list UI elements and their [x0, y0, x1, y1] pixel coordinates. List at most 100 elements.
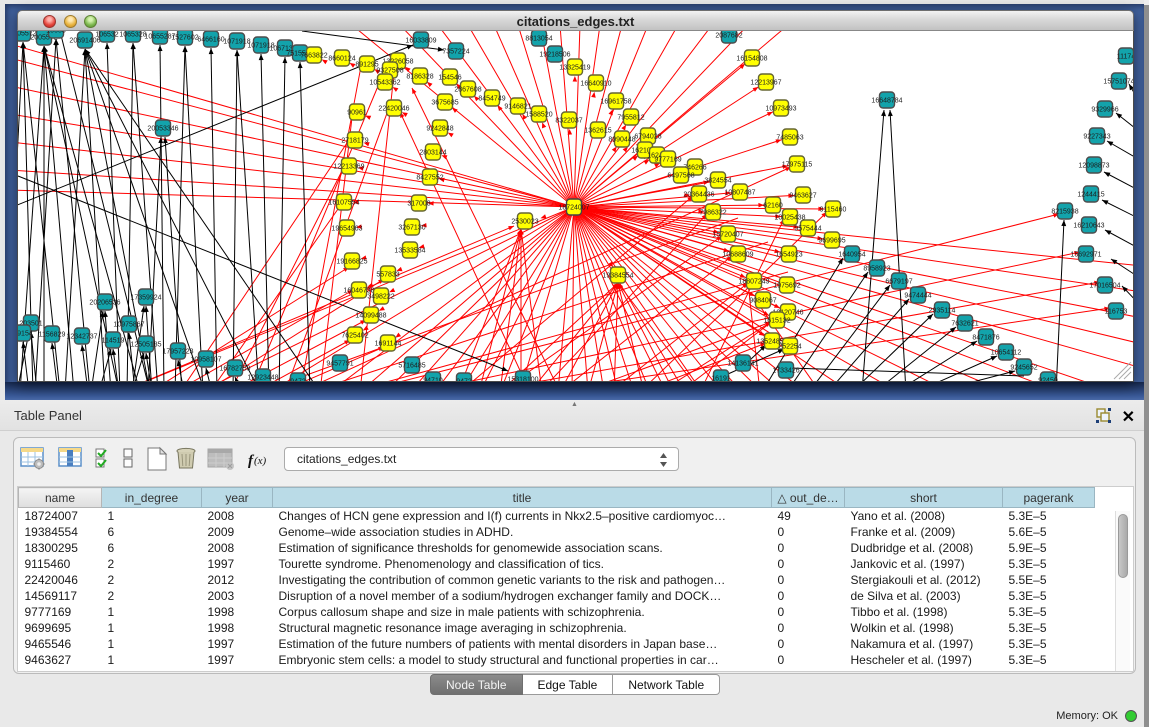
- svg-text:2530023: 2530023: [511, 219, 538, 226]
- svg-text:114519: 114519: [102, 338, 125, 345]
- svg-text:19166825: 19166825: [336, 259, 367, 266]
- svg-text:8471876: 8471876: [972, 335, 999, 342]
- svg-text:12923448: 12923448: [247, 375, 278, 382]
- svg-text:39154: 39154: [17, 331, 33, 338]
- svg-text:15720407: 15720407: [712, 232, 743, 239]
- svg-text:10688609: 10688609: [722, 252, 753, 259]
- svg-text:6794028: 6794028: [634, 134, 661, 141]
- svg-text:8958923: 8958923: [863, 266, 890, 273]
- svg-text:7632621: 7632621: [951, 321, 978, 328]
- svg-text:9146821: 9146821: [504, 104, 531, 111]
- svg-text:7357224: 7357224: [442, 49, 469, 56]
- svg-text:9227343: 9227343: [1083, 134, 1110, 141]
- svg-text:1733426: 1733426: [772, 368, 799, 375]
- svg-text:9474444: 9474444: [904, 293, 931, 300]
- svg-text:7625402: 7625402: [341, 333, 368, 340]
- svg-text:16648784: 16648784: [871, 98, 902, 105]
- svg-text:13325419: 13325419: [559, 65, 590, 72]
- svg-text:252254: 252254: [778, 344, 801, 351]
- svg-text:14099488: 14099488: [355, 313, 386, 320]
- svg-text:1691144: 1691144: [375, 341, 402, 348]
- svg-text:10025438: 10025438: [774, 215, 805, 222]
- svg-text:1615132: 1615132: [763, 318, 790, 325]
- svg-text:11174: 11174: [1117, 54, 1134, 61]
- svg-text:9329966: 9329966: [1091, 107, 1118, 114]
- svg-text:15751074: 15751074: [1103, 79, 1134, 86]
- svg-text:317008: 317008: [407, 201, 430, 208]
- svg-text:17957223: 17957223: [162, 349, 193, 356]
- svg-text:9245652: 9245652: [1010, 365, 1037, 372]
- svg-text:9457791: 9457791: [326, 361, 353, 368]
- svg-text:8660124: 8660124: [328, 56, 355, 63]
- svg-text:1975692: 1975692: [773, 283, 800, 290]
- svg-text:9242848: 9242848: [426, 126, 453, 133]
- svg-text:10653: 10653: [46, 31, 66, 35]
- svg-text:9777169: 9777169: [654, 157, 681, 164]
- svg-text:17975115: 17975115: [782, 162, 813, 169]
- svg-text:2803144: 2803144: [419, 150, 446, 157]
- svg-text:8454749: 8454749: [478, 96, 505, 103]
- svg-text:3824554: 3824554: [704, 178, 731, 185]
- svg-text:6679197: 6679197: [885, 279, 912, 286]
- svg-text:7986322: 7986322: [699, 210, 726, 217]
- svg-text:20206536: 20206536: [89, 300, 120, 307]
- svg-text:106532: 106532: [95, 32, 118, 39]
- svg-text:8813054: 8813054: [525, 36, 552, 43]
- svg-text:13533584: 13533584: [394, 248, 425, 255]
- svg-text:1654923: 1654923: [775, 252, 802, 259]
- svg-text:17359924: 17359924: [130, 295, 161, 302]
- svg-text:6466160: 6466160: [197, 37, 224, 44]
- svg-text:9575444: 9575444: [794, 226, 821, 233]
- svg-text:16782759: 16782759: [219, 366, 250, 373]
- svg-text:1588520: 1588520: [525, 112, 552, 119]
- svg-text:12505135: 12505135: [130, 342, 161, 349]
- svg-text:891295: 891295: [355, 62, 378, 69]
- svg-text:6497568: 6497568: [667, 173, 694, 180]
- svg-text:9084067: 9084067: [749, 298, 776, 305]
- svg-text:1156829: 1156829: [39, 332, 66, 339]
- svg-text:18807249: 18807249: [738, 279, 769, 286]
- svg-text:10975867: 10975867: [113, 322, 144, 329]
- svg-text:10958107: 10958107: [190, 357, 221, 364]
- svg-text:154546: 154546: [438, 75, 461, 82]
- svg-text:19384554: 19384554: [602, 273, 633, 280]
- svg-text:3267130: 3267130: [398, 225, 425, 232]
- svg-text:22420046: 22420046: [378, 106, 409, 113]
- svg-text:7663822: 7663822: [300, 53, 327, 60]
- svg-text:10543362: 10543362: [369, 80, 400, 87]
- svg-text:16033809: 16033809: [405, 38, 436, 45]
- svg-text:3498222: 3498222: [367, 294, 394, 301]
- svg-text:8990448: 8990448: [608, 137, 635, 144]
- svg-text:16154808: 16154808: [736, 56, 767, 63]
- svg-text:1640954: 1640954: [838, 252, 865, 259]
- svg-text:14136141: 14136141: [727, 361, 758, 368]
- svg-text:20053346: 20053346: [147, 126, 178, 133]
- svg-text:20364436: 20364436: [683, 192, 714, 199]
- svg-text:2935114: 2935114: [929, 308, 956, 315]
- svg-text:19654963: 19654963: [331, 226, 362, 233]
- svg-text:8427552: 8427552: [416, 175, 443, 182]
- svg-text:16640910: 16640910: [580, 81, 611, 88]
- svg-text:16210643: 16210643: [1073, 223, 1104, 230]
- svg-text:18724007: 18724007: [558, 205, 589, 212]
- svg-text:3675685: 3675685: [431, 100, 458, 107]
- svg-text:1065328: 1065328: [119, 32, 146, 39]
- svg-text:90961: 90961: [347, 110, 367, 117]
- svg-text:2087682: 2087682: [715, 33, 742, 40]
- svg-text:557833: 557833: [376, 272, 399, 279]
- svg-text:1362615: 1362615: [584, 128, 611, 135]
- svg-text:9699695: 9699695: [818, 238, 845, 245]
- svg-text:20691406: 20691406: [69, 38, 100, 45]
- svg-text:1527602: 1527602: [171, 35, 198, 42]
- svg-text:8322037: 8322037: [555, 118, 582, 125]
- svg-text:10654112: 10654112: [991, 350, 1022, 357]
- svg-text:(x): (x): [254, 455, 267, 467]
- svg-text:12213369: 12213369: [333, 164, 364, 171]
- svg-text:16107554: 16107554: [328, 200, 359, 207]
- svg-text:12213967: 12213967: [750, 80, 781, 87]
- svg-text:1244415: 1244415: [1077, 192, 1104, 199]
- svg-text:7485063: 7485063: [776, 135, 803, 142]
- svg-text:5716485: 5716485: [398, 363, 425, 370]
- svg-text:19218506: 19218506: [539, 52, 570, 59]
- svg-text:10807487: 10807487: [724, 190, 755, 197]
